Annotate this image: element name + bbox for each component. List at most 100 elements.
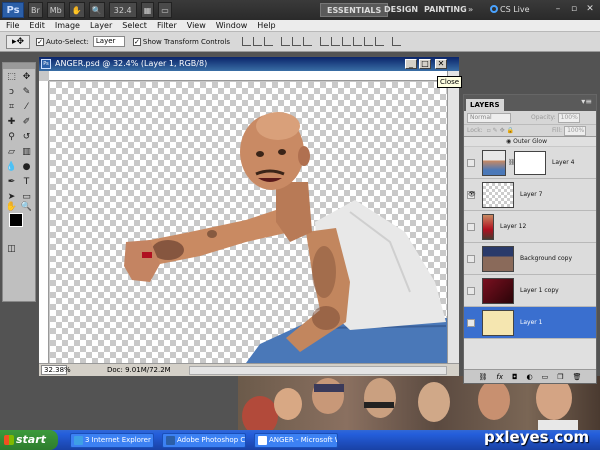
zoom-percentage-field[interactable]: 32.38%	[41, 365, 71, 375]
mini-bridge-button[interactable]: Mb	[46, 2, 65, 18]
lock-icons[interactable]: ▫ ✎ ✥ 🔒	[487, 127, 514, 134]
start-button[interactable]: start	[0, 430, 58, 450]
screen-mode-button[interactable]: ▭	[158, 2, 172, 18]
align-bottom-icon[interactable]	[263, 37, 273, 46]
opacity-field[interactable]: 100%	[557, 112, 580, 123]
menu-image[interactable]: Image	[55, 21, 80, 30]
distribute-top-icon[interactable]	[319, 37, 329, 46]
zoom-tool-button[interactable]: 🔍	[88, 2, 105, 18]
menu-view[interactable]: View	[187, 21, 206, 30]
distribute-bottom-icon[interactable]	[341, 37, 351, 46]
add-mask-icon[interactable]: ◘	[512, 373, 518, 381]
bridge-button[interactable]: Br	[28, 2, 43, 18]
horizontal-ruler[interactable]	[49, 71, 447, 81]
layer-row-layer-4[interactable]: ⛓ Layer 4	[464, 147, 596, 179]
layer-name[interactable]: Layer 7	[520, 191, 542, 198]
new-layer-icon[interactable]: ❐	[557, 373, 563, 381]
cs-live-button[interactable]: CS Live	[490, 3, 530, 17]
dodge-tool-icon[interactable]: ●	[20, 161, 33, 174]
auto-select-dropdown[interactable]: Layer	[92, 36, 125, 47]
vertical-ruler[interactable]	[39, 81, 49, 363]
layer-name[interactable]: Layer 1 copy	[520, 287, 559, 294]
marquee-tool-icon[interactable]: ⬚	[5, 71, 18, 84]
healing-brush-tool-icon[interactable]: ✚	[5, 116, 18, 129]
align-vcenter-icon[interactable]	[252, 37, 262, 46]
type-tool-icon[interactable]: T	[20, 176, 33, 189]
menu-filter[interactable]: Filter	[157, 21, 177, 30]
minimize-icon[interactable]: –	[552, 3, 564, 15]
quick-selection-tool-icon[interactable]: ✎	[20, 86, 33, 99]
align-right-icon[interactable]	[302, 37, 312, 46]
auto-select-checkbox[interactable]: ✓	[36, 37, 44, 46]
layer-row-layer-12[interactable]: Layer 12	[464, 211, 596, 243]
horizontal-scrollbar[interactable]	[189, 366, 447, 375]
lasso-tool-icon[interactable]: ↄ	[5, 86, 18, 99]
document-canvas[interactable]	[50, 82, 448, 363]
task-word[interactable]: ANGER - Microsoft W...	[254, 433, 338, 448]
doc-close-button[interactable]: ✕	[435, 59, 447, 69]
distribute-left-icon[interactable]	[352, 37, 362, 46]
visibility-toggle[interactable]	[467, 223, 475, 231]
layer-row-layer-7[interactable]: 👁 Layer 7	[464, 179, 596, 211]
blend-mode-dropdown[interactable]: Normal	[467, 112, 511, 123]
pen-tool-icon[interactable]: ✒	[5, 176, 18, 189]
tools-panel-header[interactable]	[3, 63, 35, 69]
align-hcenter-icon[interactable]	[291, 37, 301, 46]
visibility-toggle[interactable]	[467, 319, 475, 327]
move-tool-icon[interactable]: ✥	[20, 71, 33, 84]
crop-tool-icon[interactable]: ⌗	[5, 101, 18, 114]
gradient-tool-icon[interactable]: ▥	[20, 146, 33, 159]
eyedropper-tool-icon[interactable]: ⁄	[20, 101, 33, 114]
quick-mask-icon[interactable]: ◫	[5, 243, 18, 256]
visibility-toggle[interactable]	[467, 159, 475, 167]
menu-edit[interactable]: Edit	[29, 21, 45, 30]
delete-layer-icon[interactable]: 🗑	[573, 373, 582, 381]
layer-row-layer-1[interactable]: Layer 1	[464, 307, 596, 339]
auto-align-icon[interactable]	[391, 37, 401, 46]
maximize-icon[interactable]: ▫	[568, 3, 580, 15]
layer-name[interactable]: Background copy	[520, 255, 572, 262]
adjustment-layer-icon[interactable]: ◐	[527, 373, 533, 381]
task-internet-explorer[interactable]: 3 Internet Explorer	[70, 433, 154, 448]
distribute-vcenter-icon[interactable]	[330, 37, 340, 46]
distribute-right-icon[interactable]	[374, 37, 384, 46]
layers-panel-tabbar[interactable]: LAYERS ▾≡	[464, 95, 596, 111]
vertical-scrollbar[interactable]	[447, 71, 459, 363]
workspace-more-button[interactable]: »	[462, 3, 479, 17]
align-top-icon[interactable]	[241, 37, 251, 46]
eraser-tool-icon[interactable]: ▱	[5, 146, 18, 159]
distribute-hcenter-icon[interactable]	[363, 37, 373, 46]
layer-name[interactable]: Layer 12	[500, 223, 526, 230]
task-photoshop[interactable]: Adobe Photoshop CS5	[162, 433, 246, 448]
visibility-toggle[interactable]: 👁	[467, 191, 476, 199]
hand-tool-button[interactable]: ✋	[68, 2, 85, 18]
move-tool-preset-picker[interactable]: ▸✥	[6, 34, 30, 49]
menu-window[interactable]: Window	[216, 21, 248, 30]
history-brush-tool-icon[interactable]: ↺	[20, 131, 33, 144]
zoom-level-dropdown[interactable]: 32.4	[108, 2, 137, 18]
layer-name[interactable]: Layer 1	[520, 319, 542, 326]
layer-mask-thumbnail[interactable]	[514, 151, 546, 175]
brush-tool-icon[interactable]: ✐	[20, 116, 33, 129]
layer-row-background-copy[interactable]: Background copy	[464, 243, 596, 275]
document-size-info[interactable]: Doc: 9.01M/72.2M	[107, 364, 171, 377]
layer-name[interactable]: Layer 4	[552, 159, 574, 166]
fx-icon[interactable]: fx	[496, 373, 503, 381]
doc-maximize-button[interactable]: □	[419, 59, 431, 69]
menu-layer[interactable]: Layer	[90, 21, 112, 30]
menu-file[interactable]: File	[6, 21, 19, 30]
panel-menu-icon[interactable]: ▾≡	[581, 97, 592, 106]
document-title-bar[interactable]: Ps ANGER.psd @ 32.4% (Layer 1, RGB/8) _ …	[39, 57, 459, 71]
visibility-toggle[interactable]	[467, 287, 475, 295]
link-layers-icon[interactable]: ⛓	[479, 373, 488, 381]
show-transform-checkbox[interactable]: ✓	[132, 37, 141, 46]
foreground-color-swatch[interactable]	[9, 213, 23, 227]
close-icon[interactable]: ✕	[584, 3, 596, 15]
doc-minimize-button[interactable]: _	[405, 59, 417, 69]
layers-tab[interactable]: LAYERS	[466, 99, 504, 111]
arrange-documents-button[interactable]: ▦	[140, 2, 155, 18]
menu-select[interactable]: Select	[122, 21, 147, 30]
blur-tool-icon[interactable]: 💧	[5, 161, 18, 174]
align-left-icon[interactable]	[280, 37, 290, 46]
visibility-toggle[interactable]	[467, 255, 475, 263]
